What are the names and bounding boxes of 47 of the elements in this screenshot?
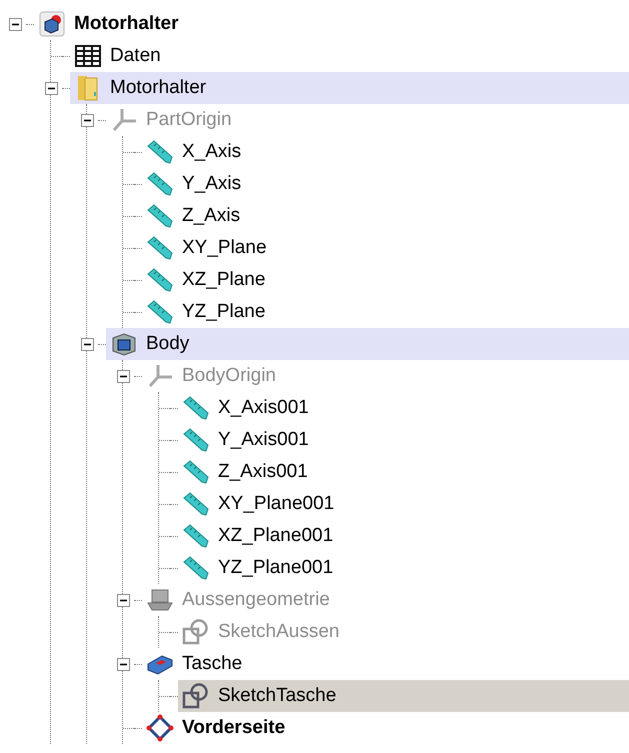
collapse-toggle[interactable] [116,658,130,670]
collapse-toggle[interactable] [44,82,58,94]
tree-item[interactable]: YZ_Plane [142,296,629,328]
tree-item[interactable]: Y_Axis001 [178,424,629,456]
tree-item[interactable]: X_Axis [142,136,629,168]
tree-item[interactable]: XZ_Plane [142,264,629,296]
tree-item[interactable]: Motorhalter [34,8,629,40]
ruler-icon [182,524,210,548]
ruler-icon [182,492,210,516]
ruler-icon [146,268,174,292]
ruler-icon [182,556,210,580]
tree-item[interactable]: SketchTasche [178,680,629,712]
tree-item[interactable]: Z_Axis001 [178,456,629,488]
collapse-toggle[interactable] [80,114,94,126]
part-icon [39,11,65,37]
body-icon [110,331,138,357]
sketch-icon [182,682,210,710]
spreadsheet-icon [75,45,101,67]
ruler-icon [146,172,174,196]
ruler-icon [182,460,210,484]
ruler-icon [182,428,210,452]
tree-item[interactable]: Y_Axis [142,168,629,200]
tree-item[interactable]: X_Axis001 [178,392,629,424]
ruler-icon [146,204,174,228]
datum-plane-icon [146,714,174,742]
tree-item[interactable]: XZ_Plane001 [178,520,629,552]
tree-item[interactable]: Z_Axis [142,200,629,232]
tree-item[interactable]: Tasche [142,648,629,680]
tree-item[interactable]: Motorhalter [70,72,629,104]
sketch-icon [182,618,210,646]
collapse-toggle[interactable] [8,18,22,30]
ruler-icon [146,140,174,164]
collapse-toggle[interactable] [116,370,130,382]
pad-icon [146,587,174,613]
origin-icon [147,363,173,389]
collapse-toggle[interactable] [80,338,94,350]
tree-item[interactable]: Body [106,328,629,360]
tree-item[interactable]: XY_Plane001 [178,488,629,520]
ruler-icon [146,300,174,324]
collapse-toggle[interactable] [116,594,130,606]
origin-icon [111,107,137,133]
ruler-icon [146,236,174,260]
tree-item[interactable]: YZ_Plane001 [178,552,629,584]
ruler-icon [182,396,210,420]
tree-item[interactable]: Vorderseite [142,712,629,744]
tree-item[interactable]: Daten [70,40,629,72]
tree-item[interactable]: XY_Plane [142,232,629,264]
